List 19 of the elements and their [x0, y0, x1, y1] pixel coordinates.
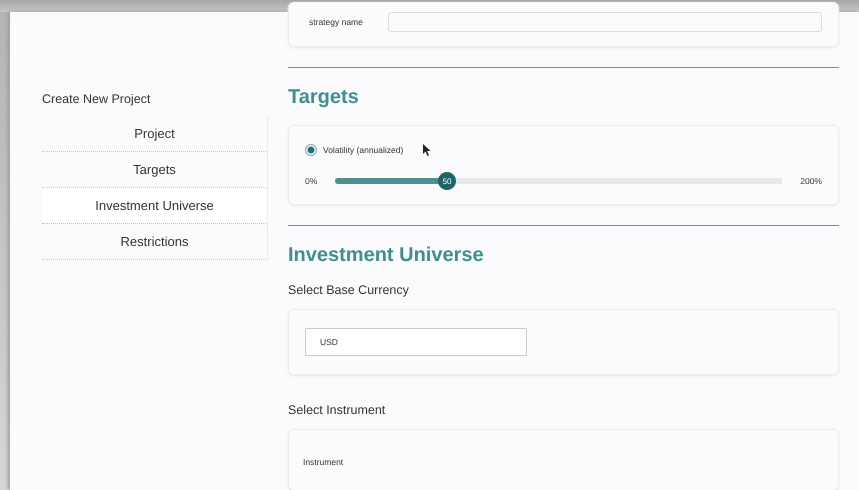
section-heading: Targets [288, 86, 360, 109]
sidebar-item[interactable]: Restrictions [42, 224, 268, 260]
sidebar-item[interactable]: Targets [42, 152, 268, 188]
slider-min-label: 0% [305, 176, 318, 186]
field-label: Select Instrument [288, 403, 386, 417]
field-label: strategy name [309, 17, 363, 27]
section-heading: Investment Universe [288, 244, 485, 267]
radio-label: Volatility (annualized) [323, 145, 404, 155]
sidebar-item[interactable]: Project [42, 116, 268, 152]
sidebar-item[interactable]: Investment Universe [42, 188, 268, 224]
radio-button[interactable] [305, 144, 317, 156]
sidebar-title: Create New Project [42, 92, 152, 106]
slider-max-label: 200% [800, 176, 822, 186]
field-label: Instrument [303, 457, 344, 467]
slider-thumb[interactable]: 50 [438, 172, 456, 190]
mouse-cursor-icon [423, 144, 432, 156]
currency-field[interactable]: USD [305, 328, 527, 356]
slider-track[interactable]: 50 [335, 172, 782, 190]
field-label: Select Base Currency [288, 283, 410, 297]
